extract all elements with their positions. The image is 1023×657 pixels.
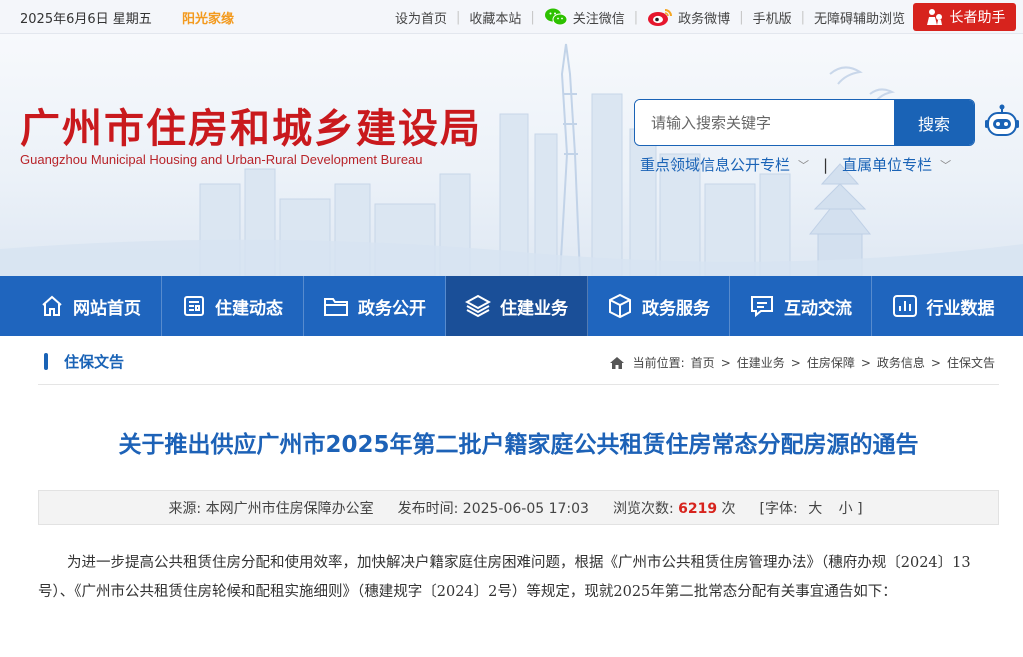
divider: |: [633, 9, 639, 25]
cube-icon: [609, 293, 631, 319]
elder-assistant-button[interactable]: 长者助手: [913, 3, 1016, 31]
divider: |: [455, 9, 461, 25]
site-title: 广州市住房和城乡建设局: [20, 106, 482, 152]
publish-time-info: 发布时间: 2025-06-05 17:03: [398, 498, 589, 518]
search-button[interactable]: 搜索: [894, 100, 974, 145]
nav-label: 住建业务: [500, 298, 568, 319]
font-size-large-button[interactable]: 大: [808, 501, 822, 517]
section-marker: [44, 353, 48, 370]
wechat-link[interactable]: 关注微信: [544, 7, 625, 27]
top-links: 设为首页 | 收藏本站 | 关注微信 | 政务微博 | 手机版 | 无障碍辅助浏…: [395, 0, 905, 34]
nav-item-gov-services[interactable]: 政务服务: [588, 276, 730, 336]
header-banner: 广州市住房和城乡建设局 Guangzhou Municipal Housing …: [0, 34, 1023, 276]
nav-item-home[interactable]: 网站首页: [20, 276, 162, 336]
article-paragraph: 为进一步提高公共租赁住房分配和使用效率，加快解决户籍家庭住房困难问题，根据《广州…: [38, 555, 971, 600]
main-nav: 网站首页 住建动态 政务公开 住建业务 政务服务 互动交流 行业数据: [0, 276, 1023, 336]
mobile-version-link[interactable]: 手机版: [753, 8, 792, 27]
view-count-label: 浏览次数:: [612, 500, 674, 517]
publish-time-label: 发布时间:: [397, 500, 459, 517]
breadcrumb-item[interactable]: 住建业务: [737, 354, 785, 371]
affiliated-units-column-link[interactable]: 直属单位专栏 ﹀: [842, 154, 951, 175]
weibo-icon: [648, 9, 673, 26]
accessibility-link[interactable]: 无障碍辅助浏览: [814, 8, 905, 27]
breadcrumb-item[interactable]: 住房保障: [807, 354, 855, 371]
breadcrumb-prefix: 当前位置:: [632, 356, 685, 370]
breadcrumb-separator: >: [860, 355, 871, 370]
breadcrumb-separator: >: [930, 355, 941, 370]
search-input[interactable]: [635, 100, 894, 145]
view-count-info: 浏览次数: 6219 次: [613, 498, 736, 518]
breadcrumb-separator: >: [790, 355, 801, 370]
sunny-home-link[interactable]: 阳光家缘: [182, 8, 234, 27]
breadcrumb-separator: >: [720, 355, 731, 370]
key-areas-label: 重点领域信息公开专栏: [640, 156, 791, 174]
column-links: 重点领域信息公开专栏 ﹀ | 直属单位专栏 ﹀: [640, 154, 951, 175]
layers-icon: [465, 294, 491, 318]
nav-label: 行业数据: [926, 298, 995, 319]
current-date: 2025年6月6日 星期五: [20, 12, 152, 27]
search-box: 搜索: [634, 99, 975, 146]
nav-item-interaction[interactable]: 互动交流: [730, 276, 872, 336]
chevron-down-icon: ﹀: [940, 158, 952, 172]
section-title: 住保文告: [64, 353, 125, 371]
home-icon: [609, 356, 624, 369]
weibo-link[interactable]: 政务微博: [647, 7, 730, 27]
elder-icon: [926, 9, 942, 25]
font-size-label: [字体:: [759, 500, 798, 517]
breadcrumb-item[interactable]: 政务信息: [877, 354, 925, 371]
nav-label: 住建动态: [215, 298, 283, 319]
publish-time-value: 2025-06-05 17:03: [462, 500, 589, 517]
folder-icon: [324, 298, 348, 316]
article-meta-bar: 来源: 本网广州市住房保障办公室 发布时间: 2025-06-05 17:03 …: [38, 490, 999, 525]
weibo-label: 政务微博: [678, 11, 731, 27]
breadcrumb-item[interactable]: 住保文告: [947, 354, 995, 371]
nav-label: 政务服务: [642, 298, 710, 319]
wechat-icon: [544, 8, 568, 26]
font-size-small-button[interactable]: 小 ]: [839, 501, 863, 517]
elder-label: 长者助手: [949, 10, 1006, 26]
nav-label: 互动交流: [784, 298, 852, 319]
news-icon: [184, 296, 204, 316]
nav-label: 政务公开: [358, 298, 426, 319]
home-icon: [42, 295, 62, 316]
key-areas-column-link[interactable]: 重点领域信息公开专栏 ﹀: [640, 154, 809, 175]
top-utility-bar: 2025年6月6日 星期五 阳光家缘 设为首页 | 收藏本站 | 关注微信 | …: [0, 0, 1023, 34]
set-homepage-link[interactable]: 设为首页: [395, 8, 447, 27]
font-size-control: [字体: 大 小 ]: [760, 498, 869, 518]
breadcrumb-item[interactable]: 首页: [691, 354, 715, 371]
wechat-label: 关注微信: [572, 11, 625, 27]
breadcrumb: 当前位置: 首页 > 住建业务 > 住房保障 > 政务信息 > 住保文告: [609, 354, 995, 371]
site-subtitle: Guangzhou Municipal Housing and Urban-Ru…: [20, 152, 423, 167]
nav-item-industry-data[interactable]: 行业数据: [872, 276, 1014, 336]
divider: |: [530, 9, 535, 25]
view-count-unit: 次: [721, 500, 736, 517]
bookmark-link[interactable]: 收藏本站: [469, 8, 521, 27]
article-title: 关于推出供应广州市2025年第二批户籍家庭公共租赁住房常态分配房源的通告: [118, 432, 919, 458]
view-count-value: 6219: [678, 500, 718, 517]
robot-assistant-icon[interactable]: [984, 102, 1020, 142]
bar-chart-icon: [892, 295, 917, 317]
nav-item-gov-affairs[interactable]: 政务公开: [304, 276, 446, 336]
source-info: 来源: 本网广州市住房保障办公室: [168, 498, 373, 518]
nav-label: 网站首页: [73, 298, 141, 319]
divider: |: [739, 9, 744, 25]
source-label: 来源:: [168, 500, 202, 517]
breadcrumb-home-group: 当前位置:: [609, 354, 685, 371]
section-header: 住保文告 当前位置: 首页 > 住建业务 > 住房保障 > 政务信息 > 住保文…: [38, 340, 999, 385]
source-value: 本网广州市住房保障办公室: [205, 500, 374, 517]
affiliated-units-label: 直属单位专栏: [842, 156, 933, 174]
divider: |: [800, 9, 805, 25]
article-body: 为进一步提高公共租赁住房分配和使用效率，加快解决户籍家庭住房困难问题，根据《广州…: [38, 549, 999, 607]
nav-item-housing-business[interactable]: 住建业务: [446, 276, 588, 336]
chevron-down-icon: ﹀: [798, 158, 810, 172]
chat-icon: [751, 296, 773, 318]
nav-item-news[interactable]: 住建动态: [162, 276, 304, 336]
divider: |: [823, 155, 829, 174]
